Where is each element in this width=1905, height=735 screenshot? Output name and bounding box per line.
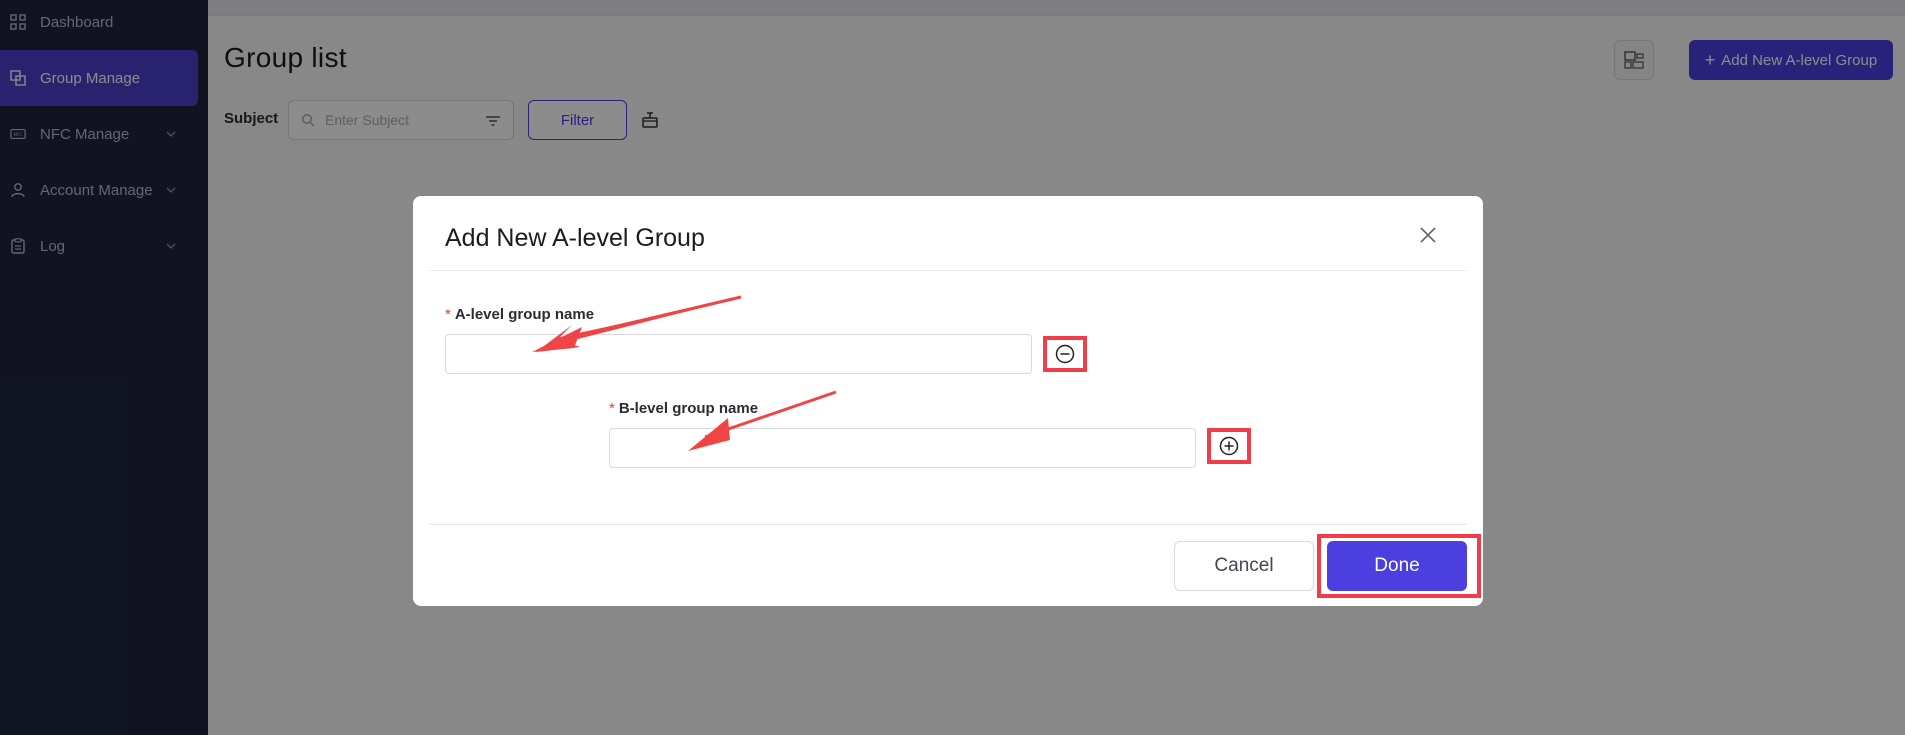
required-mark: * <box>609 400 615 417</box>
remove-a-level-button[interactable] <box>1043 336 1087 372</box>
plus-circle-icon <box>1219 436 1239 456</box>
close-icon[interactable] <box>1417 224 1439 246</box>
add-group-modal: Add New A-level Group * A-level group nam… <box>413 196 1483 606</box>
modal-footer-divider <box>429 524 1467 525</box>
b-level-label: * B-level group name <box>609 400 758 417</box>
done-button[interactable]: Done <box>1327 541 1467 591</box>
minus-circle-icon <box>1055 344 1075 364</box>
required-mark: * <box>445 306 451 323</box>
add-b-level-button[interactable] <box>1207 428 1251 464</box>
modal-header-divider <box>429 270 1467 271</box>
b-level-label-text: B-level group name <box>618 400 759 417</box>
a-level-label-text: A-level group name <box>454 306 595 323</box>
modal-title: Add New A-level Group <box>445 224 705 252</box>
a-level-group-name-input[interactable] <box>445 334 1032 374</box>
cancel-button[interactable]: Cancel <box>1174 541 1314 591</box>
b-level-group-name-input[interactable] <box>609 428 1196 468</box>
a-level-label: * A-level group name <box>445 306 594 323</box>
